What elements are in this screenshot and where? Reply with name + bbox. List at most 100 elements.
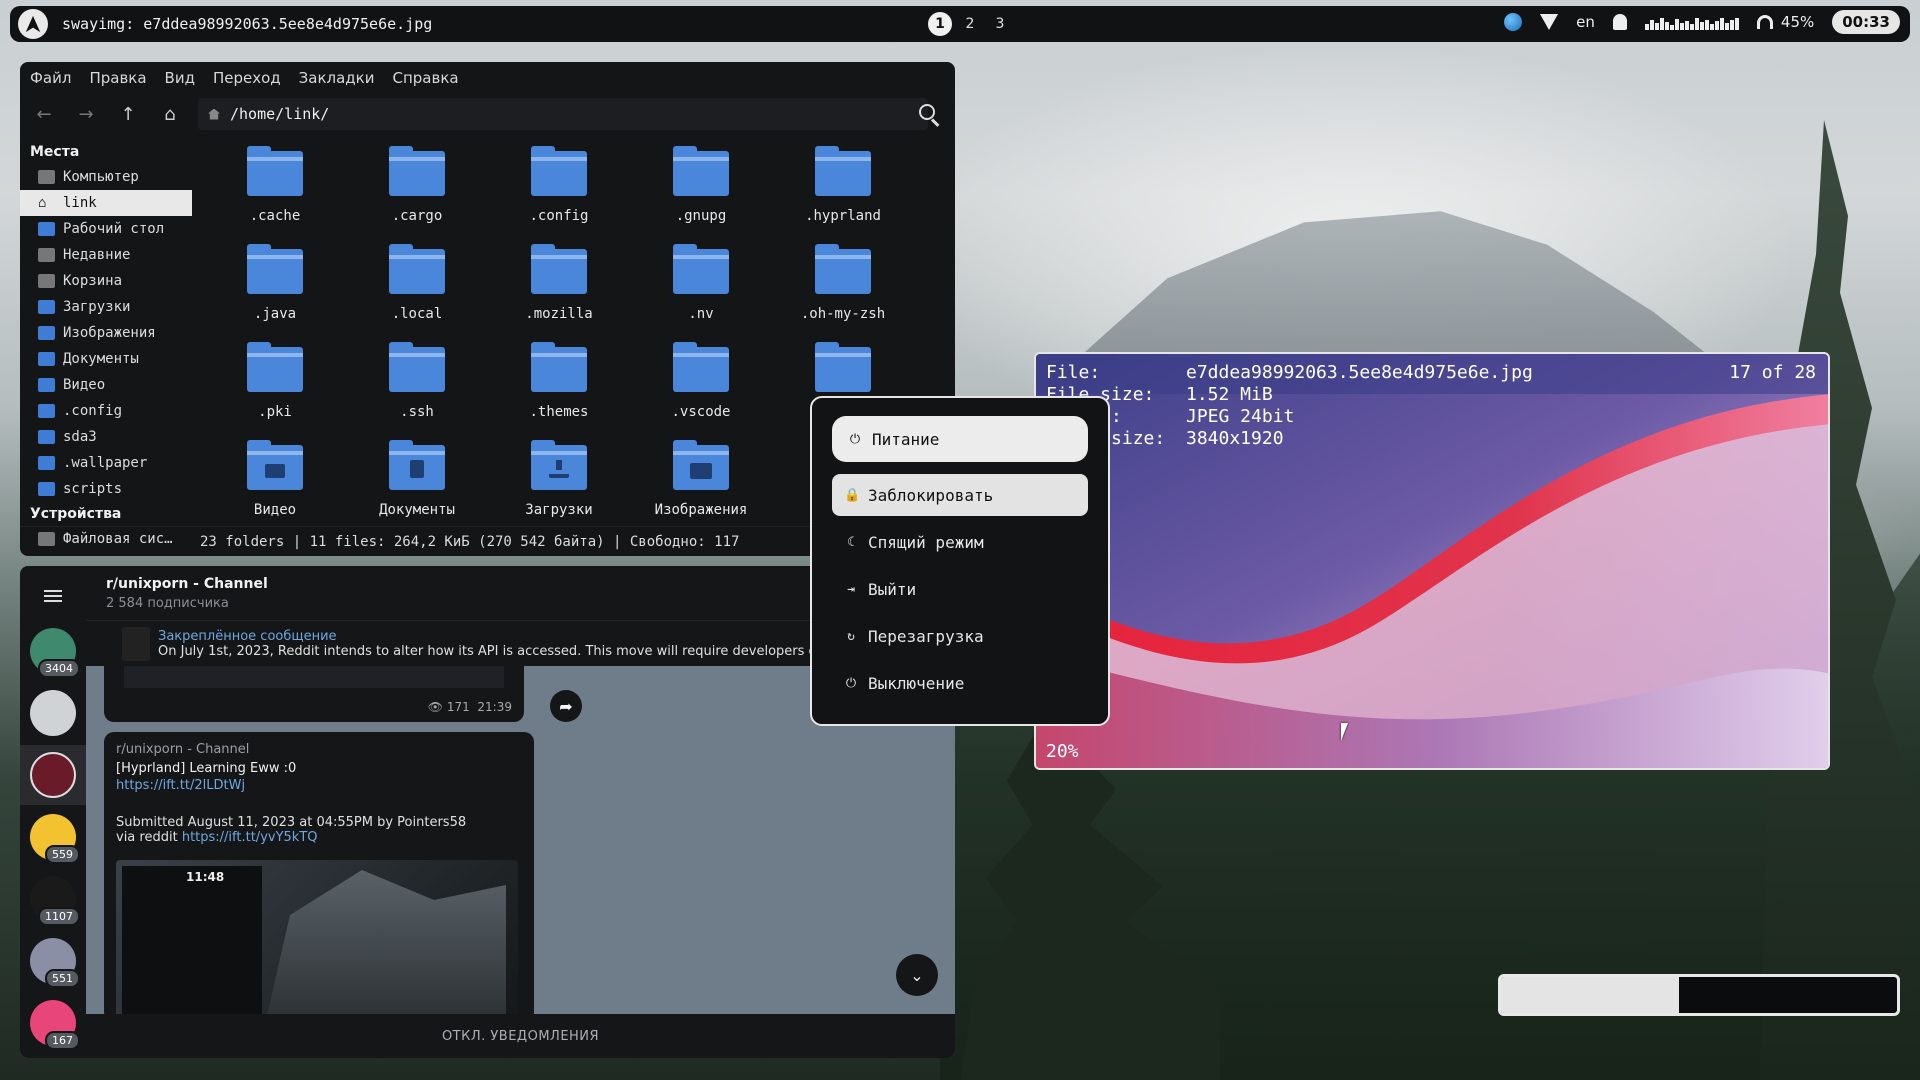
file-item[interactable]: .oh-my-zsh xyxy=(772,240,914,338)
file-name: .ssh xyxy=(400,404,434,420)
chat-avatar[interactable]: 3404 xyxy=(30,628,80,678)
chat-avatar[interactable] xyxy=(30,690,76,736)
folder-icon xyxy=(38,456,55,470)
sidebar-item-3[interactable]: Рабочий стол xyxy=(20,216,192,242)
menu-bookmarks[interactable]: Закладки xyxy=(299,69,375,87)
chevron-down-icon[interactable]: ⌄ xyxy=(896,954,938,996)
power-icon: ⏻ xyxy=(845,675,857,691)
file-item[interactable]: .config xyxy=(488,142,630,240)
file-item[interactable]: .vscode xyxy=(630,338,772,436)
sidebar-item-4[interactable]: Недавние xyxy=(20,242,192,268)
file-name: .config xyxy=(529,208,589,224)
keyboard-layout[interactable]: en xyxy=(1576,13,1595,31)
sidebar-item-2[interactable]: ⌂ link xyxy=(20,190,192,216)
up-arrow-icon[interactable]: ↑ xyxy=(118,104,138,125)
arch-linux-icon[interactable] xyxy=(18,9,48,39)
chat-avatar[interactable]: 559 xyxy=(30,814,80,864)
file-item[interactable]: .java xyxy=(204,240,346,338)
file-item[interactable]: .mozilla xyxy=(488,240,630,338)
image-info: File: e7ddea98992063.5ee8e4d975e6e.jpg Fi… xyxy=(1046,362,1533,450)
volume-indicator[interactable]: 45% xyxy=(1756,13,1814,31)
restart-icon: ↻ xyxy=(847,628,855,644)
sidebar-item-10[interactable]: .config xyxy=(20,398,192,424)
power-menu-item[interactable]: ☾ Спящий режим xyxy=(832,521,1088,563)
power-menu-item[interactable]: ⏻ Выключение xyxy=(832,662,1088,704)
power-menu-item[interactable]: ↻ Перезагрузка xyxy=(832,615,1088,657)
info-file: e7ddea98992063.5ee8e4d975e6e.jpg xyxy=(1186,362,1533,383)
sidebar-item-12[interactable]: .wallpaper xyxy=(20,450,192,476)
file-item[interactable]: .themes xyxy=(488,338,630,436)
sidebar-item-7[interactable]: Изображения xyxy=(20,320,192,346)
unread-badge: 1107 xyxy=(38,907,80,926)
file-name: .cargo xyxy=(391,208,443,224)
workspace-2[interactable]: 2 xyxy=(958,12,982,36)
home-icon[interactable]: ⌂ xyxy=(160,104,180,125)
message-image[interactable]: 11:48 xyxy=(116,860,518,1020)
search-icon[interactable] xyxy=(919,104,941,127)
folder-icon xyxy=(815,244,871,294)
sidebar-item-11[interactable]: sda3 xyxy=(20,424,192,450)
places-heading: Места xyxy=(30,144,80,160)
sidebar-item-1[interactable]: Компьютер xyxy=(20,164,192,190)
file-item[interactable]: Документы xyxy=(346,436,488,534)
unread-badge: 167 xyxy=(45,1031,80,1050)
location-bar[interactable]: /home/link/ xyxy=(198,98,928,130)
bell-icon[interactable] xyxy=(1612,14,1627,30)
videos-folder-icon xyxy=(247,440,303,490)
devices-heading: Устройства xyxy=(30,506,122,522)
menu-icon[interactable] xyxy=(44,590,62,602)
chat-avatar[interactable]: 167 xyxy=(30,1000,80,1050)
file-name: .cache xyxy=(249,208,301,224)
trash-icon xyxy=(38,274,55,288)
forward-icon[interactable]: ➦ xyxy=(550,690,582,722)
message-link[interactable]: https://ift.tt/2lLDtWj xyxy=(116,778,522,793)
progress-fill xyxy=(1501,977,1680,1013)
back-arrow-icon[interactable]: ← xyxy=(34,104,54,125)
file-item[interactable]: .hyprland xyxy=(772,142,914,240)
sidebar-item-5[interactable]: Корзина xyxy=(20,268,192,294)
chat-avatar[interactable] xyxy=(30,752,76,798)
power-menu-item[interactable]: ⇥ Выйти xyxy=(832,568,1088,610)
file-item[interactable]: .ssh xyxy=(346,338,488,436)
file-item[interactable]: Изображения xyxy=(630,436,772,534)
sidebar-item-13[interactable]: scripts xyxy=(20,476,192,502)
file-item[interactable]: .local xyxy=(346,240,488,338)
sidebar-item-6[interactable]: Загрузки xyxy=(20,294,192,320)
menu-edit[interactable]: Правка xyxy=(89,69,146,87)
file-item[interactable]: Загрузки xyxy=(488,436,630,534)
sidebar-item-9[interactable]: Видео xyxy=(20,372,192,398)
folder-icon xyxy=(389,146,445,196)
message-body: Submitted August 11, 2023 at 04:55PM by … xyxy=(116,815,467,830)
folder-icon xyxy=(815,146,871,196)
clock[interactable]: 00:33 xyxy=(1832,10,1900,34)
menu-go[interactable]: Переход xyxy=(213,69,281,87)
power-menu-label: Заблокировать xyxy=(868,485,994,505)
image-viewer-window[interactable]: File: e7ddea98992063.5ee8e4d975e6e.jpg Fi… xyxy=(1034,352,1830,770)
channel-message[interactable]: r/unixporn - Channel [Hyprland] Learning… xyxy=(104,732,534,1022)
wifi-icon[interactable] xyxy=(1540,14,1559,30)
file-item[interactable]: .cache xyxy=(204,142,346,240)
desktop-folder-icon xyxy=(38,222,55,236)
sidebar-item-8[interactable]: Документы xyxy=(20,346,192,372)
chat-avatar[interactable]: 551 xyxy=(30,938,80,988)
menu-file[interactable]: Файл xyxy=(30,69,71,87)
file-item[interactable]: .cargo xyxy=(346,142,488,240)
places-sidebar: Места Компьютер ⌂ link Рабочий стол Недавние… xyxy=(20,134,192,547)
file-item[interactable]: .gnupg xyxy=(630,142,772,240)
menu-view[interactable]: Вид xyxy=(165,69,195,87)
mute-button[interactable]: ОТКЛ. УВЕДОМЛЕНИЯ xyxy=(86,1014,955,1058)
file-item[interactable]: Видео xyxy=(204,436,346,534)
workspace-1[interactable]: 1 xyxy=(928,12,952,36)
globe-icon[interactable] xyxy=(1504,13,1523,31)
workspace-3[interactable]: 3 xyxy=(988,12,1012,36)
chat-avatar[interactable]: 1107 xyxy=(30,876,80,926)
via-link[interactable]: https://ift.tt/yvY5kTQ xyxy=(182,830,318,845)
power-menu-item[interactable]: 🔒 Заблокировать xyxy=(832,474,1088,516)
forward-arrow-icon[interactable]: → xyxy=(76,104,96,125)
previous-message[interactable]: 👁 171 21:39 xyxy=(104,666,524,722)
file-item[interactable]: .pki xyxy=(204,338,346,436)
file-name: .oh-my-zsh xyxy=(800,306,886,322)
top-bar: swayimg: e7ddea98992063.5ee8e4d975e6e.jp… xyxy=(10,6,1910,42)
file-item[interactable]: .nv xyxy=(630,240,772,338)
menu-help[interactable]: Справка xyxy=(392,69,458,87)
